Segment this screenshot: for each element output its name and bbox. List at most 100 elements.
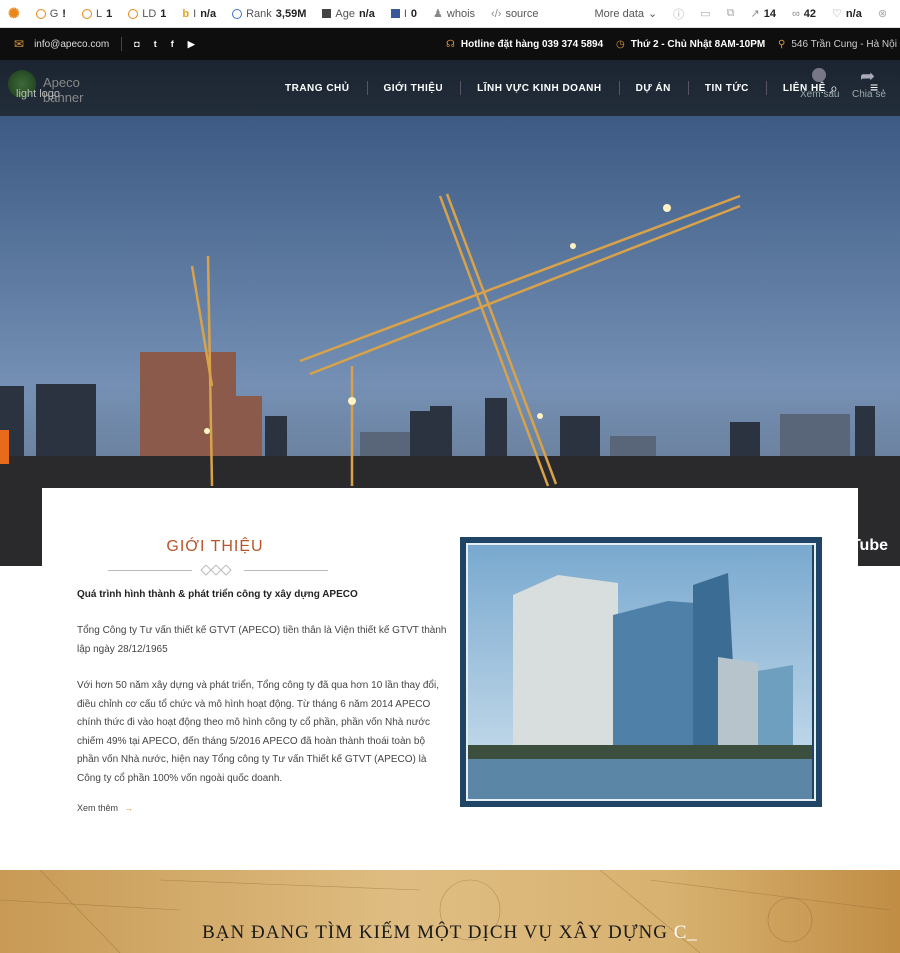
read-more-label: Xem thêm [77, 803, 119, 813]
twitter-icon[interactable]: t [154, 39, 157, 49]
more-data-label: More data [594, 7, 644, 20]
stat-value: 0 [410, 7, 418, 20]
stat-label: whois [446, 7, 476, 20]
side-feedback-tab[interactable] [0, 430, 9, 464]
more-data-dropdown[interactable]: More data ⌄ [586, 0, 665, 28]
hotline[interactable]: ☊ Hotline đặt hàng 039 374 5894 [446, 39, 603, 50]
stat-g[interactable]: G! [28, 0, 74, 28]
facebook-icon[interactable]: f [171, 39, 174, 49]
address-text: 546 Trần Cung - Hà Nội [791, 38, 897, 50]
logo-alt-text-light: light logo [16, 88, 61, 100]
section-subtitle: Quá trình hình thành & phát triển công t… [77, 589, 358, 600]
read-more-link[interactable]: Xem thêm → [77, 803, 133, 813]
site-logo[interactable]: Apeco banner light logo [8, 66, 118, 106]
opening-hours: ◷ Thứ 2 - Chủ Nhật 8AM-10PM [616, 39, 765, 50]
nav-item-business[interactable]: LĨNH VỰC KINH DOANH [460, 80, 618, 95]
ornament-diamond [220, 564, 232, 576]
l-icon [81, 8, 92, 19]
stat-bing[interactable]: b In/a [174, 0, 224, 28]
headset-icon: ☊ [446, 38, 455, 50]
envelope-icon: ✉ [14, 37, 25, 51]
stat-nofollow[interactable]: ♡ n/a [824, 0, 870, 28]
nav-item-news[interactable]: TIN TỨC [687, 80, 766, 95]
stat-value: n/a [358, 7, 375, 20]
internal-links-icon: ∞ [791, 7, 800, 20]
stat-label: Age [335, 7, 355, 20]
nofollow-icon: ♡ [832, 8, 842, 20]
hamburger-menu-icon[interactable]: ≡ [870, 79, 878, 95]
whois-link[interactable]: ♟ whois [425, 0, 483, 28]
address: ⚲ 546 Trần Cung - Hà Nội [778, 39, 897, 50]
nav-item-projects[interactable]: DỰ ÁN [618, 80, 688, 95]
typing-cursor: C_ [673, 922, 698, 943]
search-icon[interactable]: ⌕ [830, 80, 838, 97]
source-icon: ‹/› [491, 7, 502, 20]
intro-paragraph-1: Tổng Công ty Tư vấn thiết kế GTVT (APECO… [77, 625, 447, 655]
banner-heading: BẠN ĐANG TÌM KIẾM MỘT DỊCH VỤ XÂY DỰNG C… [0, 922, 900, 944]
stat-value: 14 [763, 7, 776, 20]
building-photo [460, 537, 822, 807]
source-link[interactable]: ‹/› source [483, 0, 546, 28]
chevron-down-icon: ⌄ [648, 8, 658, 20]
stat-label: I [403, 7, 407, 20]
sun-icon: ✺ [8, 5, 20, 21]
site-header: Apeco banner light logo TRANG CHỦ GIỚI T… [0, 60, 900, 116]
nav-item-about[interactable]: GIỚI THIỆU [366, 80, 461, 95]
chat-icon[interactable]: ▭ [692, 0, 718, 28]
stat-external-links[interactable]: ↗ 14 [742, 0, 783, 28]
stat-value: n/a [200, 7, 217, 20]
stat-label: I [193, 7, 197, 20]
rank-icon [232, 8, 243, 19]
copy-icon[interactable]: ⧉ [719, 0, 743, 28]
stat-l[interactable]: L1 [74, 0, 120, 28]
arrow-right-icon: → [124, 803, 134, 813]
top-info-bar: ✉ info@apeco.com ◘ t f ▶ ☊ Hotline đặt h… [0, 28, 900, 60]
stat-value: n/a [845, 7, 862, 20]
stat-age[interactable]: Age n/a [314, 0, 382, 28]
share-label[interactable]: Chia sẻ [852, 89, 886, 100]
email-link[interactable]: ✉ info@apeco.com [14, 37, 109, 51]
fb-icon [390, 9, 400, 18]
g-icon [35, 8, 46, 19]
clock-icon: ◷ [616, 38, 625, 50]
extension-logo[interactable]: ✺ [0, 0, 28, 28]
stat-label: G [49, 7, 59, 20]
b-icon: b [182, 7, 190, 20]
seo-extension-bar: ✺ G! L1 LD 1 b In/a Rank 3,59M Age n/a I0 ♟ w… [0, 0, 900, 28]
stat-internal-links[interactable]: ∞ 42 [784, 0, 824, 28]
stat-rank[interactable]: Rank 3,59M [224, 0, 314, 28]
ornament-line [108, 570, 192, 571]
hotline-text: Hotline đặt hàng 039 374 5894 [460, 38, 604, 50]
services-banner: BẠN ĐANG TÌM KIẾM MỘT DỊCH VỤ XÂY DỰNG C… [0, 870, 900, 953]
stat-label: source [505, 7, 539, 20]
intro-paragraph-2: Với hơn 50 năm xây dựng và phát triển, T… [77, 680, 439, 784]
banner-heading-text: BẠN ĐANG TÌM KIẾM MỘT DỊCH VỤ XÂY DỰNG [202, 922, 668, 943]
nav-item-home[interactable]: TRANG CHỦ [268, 83, 367, 94]
hours-text: Thứ 2 - Chủ Nhật 8AM-10PM [630, 38, 766, 50]
section-title: GIỚI THIỆU [166, 538, 264, 555]
ld-icon [128, 8, 139, 19]
close-icon[interactable]: ⊗ [870, 0, 895, 28]
stat-value: 1 [106, 7, 113, 20]
main-nav: TRANG CHỦ GIỚI THIỆU LĨNH VỰC KINH DOANH… [268, 60, 843, 116]
map-pin-icon: ⚲ [778, 38, 786, 50]
stat-ld[interactable]: LD 1 [120, 0, 174, 28]
watch-later-icon[interactable] [812, 68, 826, 82]
youtube-icon[interactable]: ▶ [188, 39, 195, 50]
gear-icon[interactable]: ⚙ [895, 0, 900, 28]
whois-icon: ♟ [433, 8, 443, 20]
stat-value: ! [62, 7, 66, 20]
stat-label: Rank [246, 7, 272, 20]
divider [121, 37, 123, 51]
stat-value: 1 [160, 7, 167, 20]
stat-facebook[interactable]: I0 [383, 0, 425, 28]
ornament-line [244, 570, 328, 571]
age-icon [322, 9, 332, 18]
stat-label: LD [142, 7, 157, 20]
tower-image [468, 545, 812, 799]
external-links-icon: ↗ [750, 8, 760, 20]
instagram-icon[interactable]: ◘ [134, 39, 139, 49]
email-text: info@apeco.com [34, 38, 110, 50]
info-icon[interactable]: ⓘ [665, 0, 692, 28]
photo-frame [466, 543, 816, 801]
